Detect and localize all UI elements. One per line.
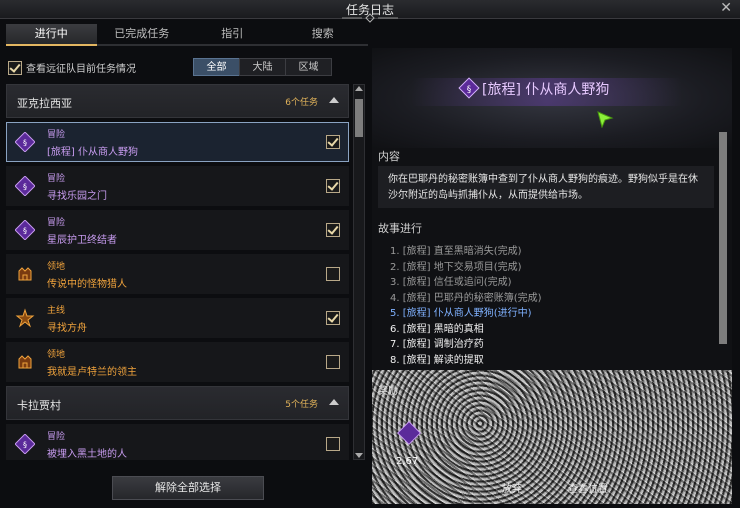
quest-item[interactable]: 领地 我就是卢特兰的领主 (6, 342, 349, 382)
quest-banner: § [旅程] 仆从商人野狗 (372, 48, 732, 148)
quest-tabs: 进行中 已完成任务 指引 搜索 (6, 24, 368, 46)
close-icon[interactable]: ✕ (720, 0, 732, 16)
quest-type: 主线 (47, 306, 66, 316)
quest-type: 冒险 (47, 432, 66, 442)
quest-type: 冒险 (47, 218, 66, 228)
reward-count: 2,67 (396, 456, 419, 467)
quest-item[interactable]: § 冒险 [旅程] 仆从商人野狗 (6, 122, 349, 162)
window-titlebar: 任务日志 ✕ (0, 0, 740, 23)
journey-icon: § (15, 220, 35, 240)
quest-track-checkbox[interactable] (326, 311, 340, 325)
quest-track-checkbox[interactable] (326, 437, 340, 451)
story-step: 6. [旅程] 黑暗的真相 (390, 323, 484, 335)
svg-text:§: § (23, 441, 27, 450)
story-progress-list: 1. [旅程] 直至黑暗消失(完成) 2. [旅程] 地下交易项目(完成) 3.… (390, 244, 710, 368)
view-location-button[interactable]: 查看位置 (568, 480, 608, 495)
quest-name: 寻找乐园之门 (47, 191, 107, 202)
tab-in-progress[interactable]: 进行中 (6, 24, 97, 46)
group-name: 亚克拉西亚 (17, 97, 72, 110)
svg-text:§: § (23, 227, 27, 236)
quest-type: 冒险 (47, 174, 66, 184)
story-step: 2. [旅程] 地下交易项目(完成) (390, 261, 522, 273)
filter-row: 查看远征队目前任务情况 全部 大陆 区域 (8, 58, 368, 78)
quest-description: 你在巴耶丹的秘密账簿中查到了仆从商人野狗的痕迹。野狗似乎是在休沙尔附近的岛屿抓捕… (378, 166, 714, 208)
quest-list-scrollbar[interactable] (353, 84, 365, 460)
quest-detail-panel: § [旅程] 仆从商人野狗 内容 你在巴耶丹的秘密账簿中查到了仆从商人野狗的痕迹… (372, 48, 732, 504)
territory-icon (18, 267, 32, 281)
title-ornament-icon (342, 13, 398, 23)
expedition-label: 查看远征队目前任务情况 (26, 64, 136, 75)
quest-type: 冒险 (47, 130, 66, 140)
tab-guide[interactable]: 指引 (187, 24, 278, 46)
quest-track-checkbox[interactable] (326, 267, 340, 281)
story-label: 故事进行 (378, 222, 422, 235)
quest-name: 传说中的怪物猎人 (47, 279, 127, 290)
quest-name: 我就是卢特兰的领主 (47, 367, 137, 378)
tab-search[interactable]: 搜索 (277, 24, 368, 46)
quest-name: [旅程] 仆从商人野狗 (47, 147, 138, 158)
story-step-current: 5. [旅程] 仆从商人野狗(进行中) (390, 308, 532, 319)
reward-label: 奖励 (378, 386, 398, 397)
quest-list: 亚克拉西亚 6个任务 § 冒险 [旅程] 仆从商人野狗 § 冒险 寻找乐园之门 … (6, 84, 349, 460)
story-step: 7. [旅程] 调制治疗药 (390, 339, 484, 350)
chevron-up-icon[interactable] (329, 399, 339, 405)
story-step: 4. [旅程] 巴耶丹的秘密账簿(完成) (390, 292, 542, 304)
quest-name: 被埋入黑土地的人 (47, 449, 127, 460)
expedition-checkbox[interactable] (8, 61, 22, 75)
group-count: 5个任务 (285, 400, 318, 410)
svg-text:§: § (23, 139, 27, 148)
scroll-down-icon[interactable] (355, 453, 363, 458)
filter-all-button[interactable]: 全部 (193, 58, 240, 76)
journey-icon: § (458, 77, 480, 99)
story-step: 1. [旅程] 直至黑暗消失(完成) (390, 246, 522, 257)
quest-item[interactable]: § 冒险 星辰护卫终结者 (6, 210, 349, 250)
quest-name: 寻找方舟 (47, 323, 87, 334)
quest-item[interactable]: 领地 传说中的怪物猎人 (6, 254, 349, 294)
quest-track-checkbox[interactable] (326, 355, 340, 369)
detail-scrollbar[interactable] (718, 120, 728, 356)
quest-track-checkbox[interactable] (326, 135, 340, 149)
content-label: 内容 (378, 150, 400, 163)
scrollbar-thumb[interactable] (355, 99, 363, 137)
territory-icon (18, 355, 32, 369)
region-filter: 全部 大陆 区域 (193, 58, 332, 76)
journey-icon: § (15, 434, 35, 454)
journey-icon: § (15, 176, 35, 196)
group-name: 卡拉贾村 (17, 399, 61, 412)
svg-text:§: § (467, 85, 472, 95)
quest-track-checkbox[interactable] (326, 223, 340, 237)
filter-area-button[interactable]: 区域 (285, 58, 332, 76)
clear-all-button[interactable]: 解除全部选择 (112, 476, 264, 500)
quest-track-checkbox[interactable] (326, 179, 340, 193)
journey-icon: § (15, 132, 35, 152)
story-step: 8. [旅程] 解读的提取 (390, 354, 484, 366)
cursor-icon (597, 111, 614, 128)
story-step: 3. [旅程] 信任或追问(完成) (390, 277, 512, 288)
mainline-icon (15, 308, 35, 328)
scroll-up-icon[interactable] (355, 86, 363, 91)
journey-icon[interactable] (396, 420, 422, 446)
svg-text:§: § (23, 183, 27, 192)
noise-overlay (372, 370, 732, 504)
quest-item[interactable]: § 冒险 寻找乐园之门 (6, 166, 349, 206)
chevron-up-icon[interactable] (329, 97, 339, 103)
quest-title: [旅程] 仆从商人野狗 (482, 82, 610, 98)
group-header-arkesia[interactable]: 亚克拉西亚 6个任务 (6, 84, 349, 118)
quest-type: 领地 (47, 262, 66, 272)
reward-area: 奖励 2,67 放弃 查看位置 (372, 370, 732, 504)
group-count: 6个任务 (285, 98, 318, 108)
scrollbar-thumb[interactable] (719, 132, 727, 344)
group-header-karaja[interactable]: 卡拉贾村 5个任务 (6, 386, 349, 420)
quest-name: 星辰护卫终结者 (47, 235, 117, 246)
filter-continent-button[interactable]: 大陆 (239, 58, 286, 76)
quest-item[interactable]: 主线 寻找方舟 (6, 298, 349, 338)
quest-type: 领地 (47, 350, 66, 360)
tab-completed[interactable]: 已完成任务 (96, 24, 187, 46)
abandon-button[interactable]: 放弃 (502, 480, 522, 495)
quest-item[interactable]: § 冒险 被埋入黑土地的人 (6, 424, 349, 460)
